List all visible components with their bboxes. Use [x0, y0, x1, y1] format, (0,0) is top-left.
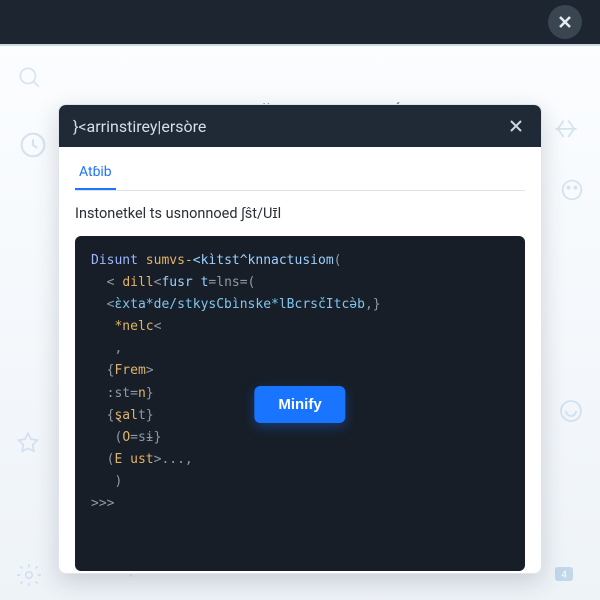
doodle-icon [14, 431, 42, 459]
dialog-header: }<arrinstirey|ersòre [59, 105, 541, 147]
close-icon [508, 118, 524, 134]
doodle-icon [558, 176, 586, 204]
doodle-icon [556, 396, 586, 426]
minify-button[interactable]: Minify [254, 386, 345, 423]
tab-atbib[interactable]: Atɓib [75, 159, 116, 190]
code-editor[interactable]: Disunt sumvs-<kìtst^knnactusiom( < dill<… [75, 236, 525, 571]
window-close-button[interactable] [548, 5, 582, 39]
dialog-panel: }<arrinstirey|ersòre Atɓib Instonetkel t… [58, 104, 542, 574]
close-icon [556, 13, 574, 31]
svg-text:4: 4 [561, 570, 567, 581]
dialog-close-button[interactable] [505, 115, 527, 137]
doodle-icon: 4 [552, 564, 576, 584]
doodle-icon [16, 64, 42, 90]
doodle-icon [16, 128, 50, 162]
dialog-title: }<arrinstirey|ersòre [73, 117, 206, 136]
field-label: Instonetkel ts usnonnoed ∫ŝt/Uɪ̄l [75, 205, 525, 222]
tab-row: Atɓib [75, 159, 525, 191]
dialog-body: Atɓib Instonetkel ts usnonnoed ∫ŝt/Uɪ̄l … [59, 147, 541, 573]
title-bar [0, 0, 600, 44]
doodle-icon [16, 562, 42, 588]
